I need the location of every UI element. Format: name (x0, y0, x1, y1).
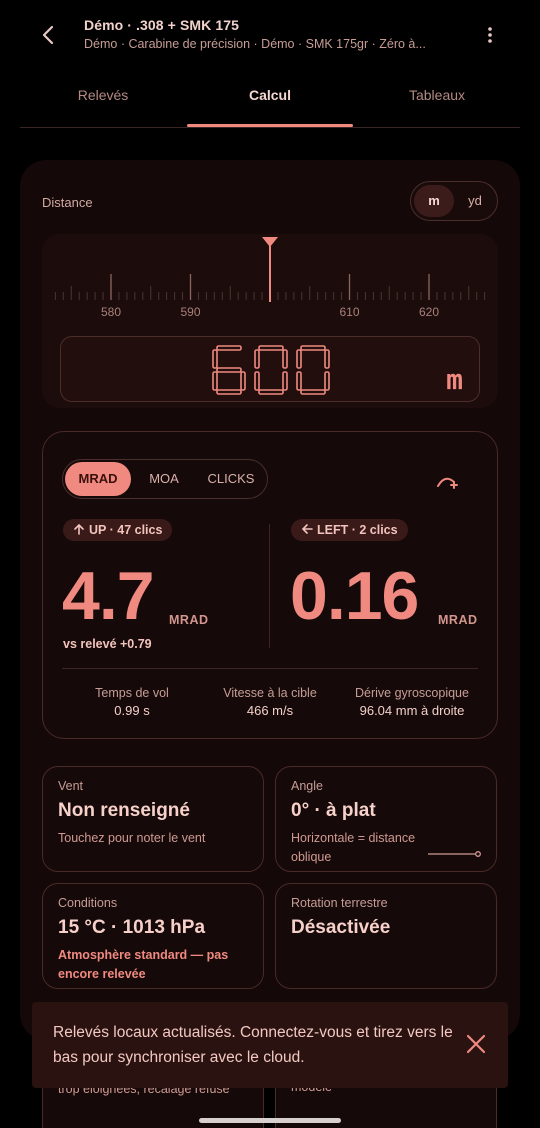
result-divider-vertical (269, 524, 270, 648)
elevation-value: 4.7 (62, 558, 155, 634)
segment (324, 371, 330, 391)
segment (258, 345, 284, 351)
segment (240, 371, 246, 391)
stat-flight-time: Temps de vol 0.99 s (70, 686, 194, 718)
result-divider-horizontal (62, 668, 478, 669)
more-menu-button[interactable] (482, 22, 498, 48)
windage-value: 0.16 (290, 558, 419, 634)
sync-toast: Relevés locaux actualisés. Connectez-vou… (32, 1002, 508, 1088)
stat-value: 0.99 s (114, 703, 150, 718)
stat-spin-drift: Dérive gyroscopique 96.04 mm à droite (338, 686, 486, 718)
top-bar: Démo · .308 + SMK 175 Démo · Carabine de… (0, 0, 540, 70)
segment (300, 389, 326, 395)
mode-mrad-button[interactable]: MRAD (65, 462, 131, 496)
tab-indicator (187, 124, 353, 127)
stat-target-velocity: Vitesse à la cible 466 m/s (206, 686, 334, 718)
home-indicator[interactable] (199, 1118, 341, 1123)
distance-seven-segment (212, 345, 330, 395)
ruler-tick-label: 590 (180, 305, 200, 319)
segment (282, 371, 288, 391)
segment (254, 349, 260, 369)
tile-label: Rotation terrestre (291, 896, 388, 910)
page-subtitle: Démo · Carabine de précision · Démo · SM… (84, 37, 426, 51)
toast-message: Relevés locaux actualisés. Connectez-vou… (53, 1024, 453, 1066)
angle-level-icon (428, 851, 481, 857)
elevation-delta: vs relevé +0.79 (63, 637, 152, 651)
close-icon (466, 1034, 486, 1054)
stat-value: 96.04 mm à droite (359, 703, 465, 718)
ruler-tick-label: 580 (101, 305, 121, 319)
segment (216, 389, 242, 395)
windage-unit: MRAD (438, 613, 478, 627)
arrow-up-icon (74, 523, 84, 535)
tab-bar: Relevés Calcul Tableaux (20, 72, 520, 128)
tab-tableaux[interactable]: Tableaux (354, 72, 520, 128)
wind-tile[interactable]: Vent Non renseigné Touchez pour noter le… (42, 766, 264, 872)
tile-label: Vent (58, 779, 84, 793)
segment (216, 367, 242, 373)
arrow-left-icon (301, 524, 313, 534)
tab-releves[interactable]: Relevés (20, 72, 186, 128)
ruler-tick-label: 620 (419, 305, 439, 319)
more-vertical-icon (488, 27, 492, 43)
unit-meters-button[interactable]: m (414, 185, 454, 217)
arrow-left-icon (42, 25, 54, 45)
stat-label: Dérive gyroscopique (355, 686, 469, 700)
segment (254, 371, 260, 391)
segment (282, 349, 288, 369)
tab-calcul[interactable]: Calcul (187, 72, 353, 128)
tile-value: Désactivée (291, 917, 391, 938)
segment (216, 345, 242, 351)
segment (324, 349, 330, 369)
windage-chip-label: LEFT · 2 clics (317, 523, 398, 537)
distance-unit-toggle: m yd (410, 181, 498, 221)
earth-rotation-tile[interactable]: Rotation terrestre Désactivée (275, 883, 497, 989)
stat-label: Vitesse à la cible (223, 686, 317, 700)
tile-label: Angle (291, 779, 323, 793)
ruler-indicator-triangle (262, 237, 278, 247)
elevation-chip-label: UP · 47 clics (89, 523, 163, 537)
trajectory-icon (437, 477, 458, 489)
distance-readout-unit: m (446, 363, 463, 396)
segment (212, 371, 218, 391)
segment (300, 345, 326, 351)
tile-value: 15 °C · 1013 hPa (58, 917, 206, 938)
angle-tile[interactable]: Angle 0° · à plat Horizontale = distance… (275, 766, 497, 872)
mode-clicks-button[interactable]: CLICKS (197, 462, 265, 496)
trajectory-button[interactable] (436, 472, 462, 492)
back-button[interactable] (36, 22, 62, 48)
elevation-unit: MRAD (169, 613, 209, 627)
unit-mode-selector: MRAD MOA CLICKS (62, 459, 268, 499)
distance-label: Distance (42, 195, 93, 210)
stat-label: Temps de vol (95, 686, 169, 700)
mode-moa-button[interactable]: MOA (133, 462, 195, 496)
stat-value: 466 m/s (246, 703, 294, 718)
tile-value: 0° · à plat (291, 800, 376, 821)
segment (296, 349, 302, 369)
conditions-tile[interactable]: Conditions 15 °C · 1013 hPa Atmosphère s… (42, 883, 264, 989)
tile-sub: Horizontale = distance oblique (291, 831, 416, 864)
tile-label: Conditions (58, 896, 118, 910)
ruler-tick-label: 610 (339, 305, 359, 319)
tile-sub: Touchez pour noter le vent (58, 831, 206, 845)
segment (212, 349, 218, 369)
windage-chip: LEFT · 2 clics (291, 519, 408, 541)
page-title: Démo · .308 + SMK 175 (84, 17, 239, 33)
toast-close-button[interactable] (464, 1032, 488, 1056)
unit-yards-button[interactable]: yd (455, 185, 495, 217)
elevation-chip: UP · 47 clics (63, 519, 173, 541)
segment (258, 389, 284, 395)
distance-readout: m (60, 336, 480, 402)
segment (296, 371, 302, 391)
tile-value: Non renseigné (58, 800, 190, 821)
tile-sub: Atmosphère standard — pas encore relevée (58, 948, 229, 981)
